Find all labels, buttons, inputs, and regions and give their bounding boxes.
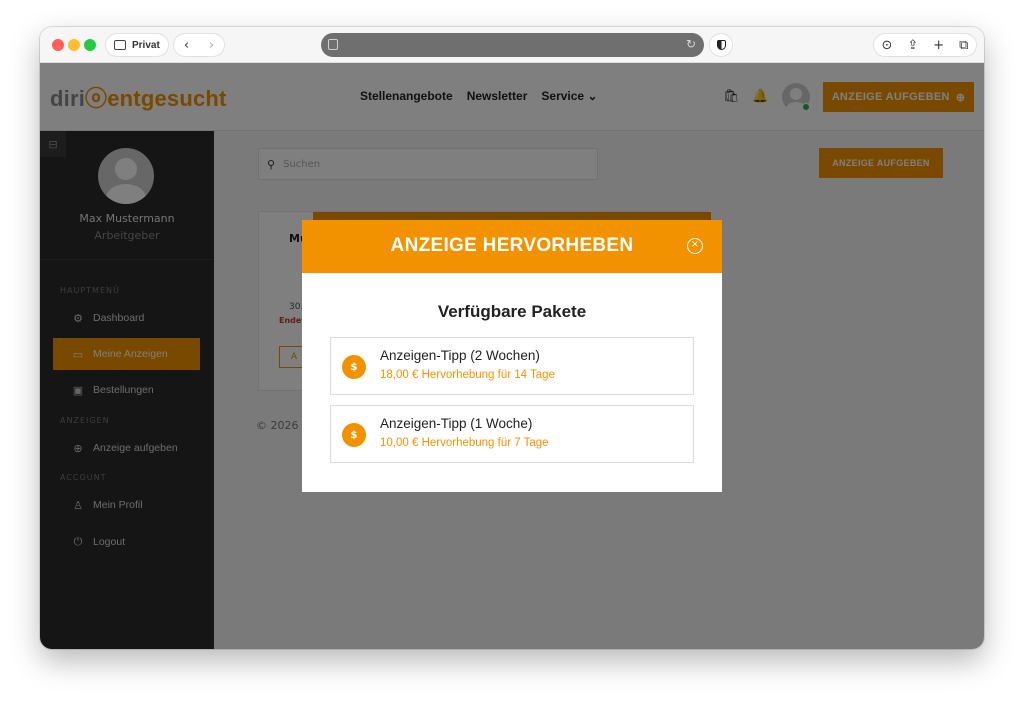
highlight-ad-modal: ANZEIGE HERVORHEBEN × Verfügbare Pakete … bbox=[302, 220, 722, 492]
package-option-1-week[interactable]: $ Anzeigen-Tipp (1 Woche) 10,00 € Hervor… bbox=[330, 405, 694, 463]
downloads-icon[interactable]: ⊙ bbox=[881, 38, 892, 53]
toolbar-actions: ⊙ ⇪ + ⧉ bbox=[874, 34, 976, 56]
modal-header: ANZEIGE HERVORHEBEN × bbox=[302, 220, 722, 273]
package-price: 18,00 € Hervorhebung für 14 Tage bbox=[380, 369, 555, 381]
browser-toolbar: Privat ‹ › ↻ ⊙ ⇪ + ⧉ bbox=[40, 27, 984, 63]
share-icon[interactable]: ⇪ bbox=[907, 38, 918, 53]
new-tab-icon[interactable]: + bbox=[933, 38, 944, 53]
forward-button[interactable]: › bbox=[209, 38, 214, 53]
tabs-overview-icon[interactable]: ⧉ bbox=[959, 38, 968, 53]
zoom-window-button[interactable] bbox=[84, 39, 96, 51]
shield-icon bbox=[716, 40, 726, 50]
coin-icon: $ bbox=[342, 423, 366, 447]
coin-icon: $ bbox=[342, 355, 366, 379]
package-title: Anzeigen-Tipp (2 Wochen) bbox=[380, 348, 540, 363]
close-icon[interactable]: × bbox=[687, 238, 703, 254]
package-option-2-weeks[interactable]: $ Anzeigen-Tipp (2 Wochen) 18,00 € Hervo… bbox=[330, 337, 694, 395]
history-nav: ‹ › bbox=[174, 34, 224, 56]
private-tab-button[interactable]: Privat bbox=[106, 34, 168, 56]
reload-icon[interactable]: ↻ bbox=[686, 37, 696, 51]
browser-window: Privat ‹ › ↻ ⊙ ⇪ + ⧉ diriⓞentgesucht Ste… bbox=[40, 27, 984, 649]
web-page: diriⓞentgesucht Stellenangebote Newslett… bbox=[40, 63, 984, 649]
privacy-shield-button[interactable] bbox=[710, 34, 732, 56]
minimize-window-button[interactable] bbox=[68, 39, 80, 51]
package-title: Anzeigen-Tipp (1 Woche) bbox=[380, 416, 533, 431]
site-info-icon bbox=[328, 39, 338, 50]
close-window-button[interactable] bbox=[52, 39, 64, 51]
modal-title: ANZEIGE HERVORHEBEN bbox=[390, 235, 634, 256]
packages-heading: Verfügbare Pakete bbox=[437, 302, 587, 321]
private-label: Privat bbox=[132, 39, 160, 51]
back-button[interactable]: ‹ bbox=[184, 38, 189, 53]
sidebar-toggle-icon bbox=[114, 40, 126, 50]
package-price: 10,00 € Hervorhebung für 7 Tage bbox=[380, 437, 549, 449]
address-bar[interactable]: ↻ bbox=[321, 33, 704, 57]
